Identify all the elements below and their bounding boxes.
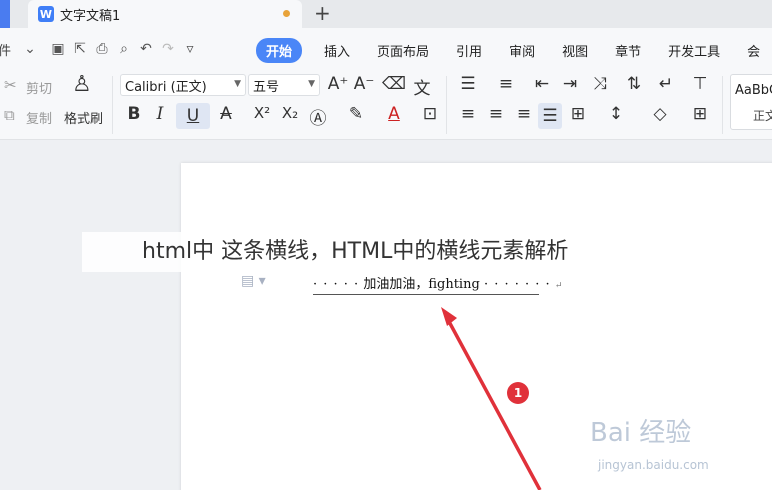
- annotation-arrow-head: [441, 307, 457, 326]
- annotation-arrow-shaft: [444, 315, 542, 490]
- step-marker: 1: [507, 382, 529, 404]
- baidu-watermark-url: jingyan.baidu.com: [598, 458, 709, 472]
- baidu-watermark-logo: Bai 经验: [590, 418, 692, 448]
